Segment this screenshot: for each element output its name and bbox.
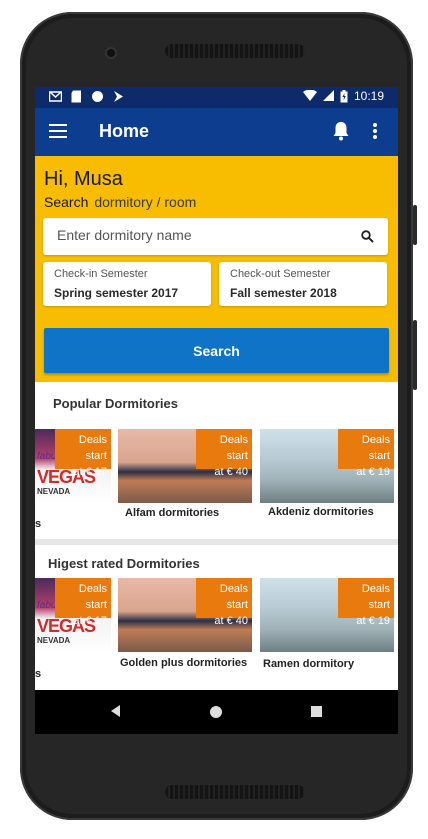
deal-badge: Deals start at € 19 xyxy=(338,578,394,627)
search-label: Search xyxy=(44,194,89,210)
popular-section-title: Popular Dormitories xyxy=(53,396,178,411)
checkin-semester-field[interactable]: Check-in Semester Spring semester 2017 xyxy=(43,262,211,306)
dorm-card[interactable]: fabulous VEGAS NEVADA Deals startat € 17 xyxy=(35,578,111,652)
deal-badge: Deals start at € 40 xyxy=(196,429,252,478)
search-panel: Hi, Musa Search dormitory / room Check-in… xyxy=(35,156,398,382)
greeting: Hi, Musa xyxy=(44,168,123,190)
app-bar: Home xyxy=(35,108,398,156)
dormitory-search-field[interactable] xyxy=(43,218,388,255)
dorm-name: Alfam dormitories xyxy=(125,507,220,519)
deal-badge-line1: Deals start xyxy=(78,434,107,462)
gmail-icon xyxy=(49,91,62,102)
checkin-caption: Check-in Semester xyxy=(54,268,148,280)
checkout-value: Fall semester 2018 xyxy=(230,286,337,300)
wifi-icon xyxy=(302,90,317,101)
status-bar: 10:19 xyxy=(35,87,398,108)
deal-badge-line2: at € 19 xyxy=(356,615,390,627)
dormitory-search-input[interactable] xyxy=(55,226,349,244)
power-button xyxy=(413,320,417,390)
sync-icon xyxy=(92,91,103,102)
deal-badge-line2: at € 19 xyxy=(356,466,390,478)
deal-badge: Deals start at € 40 xyxy=(196,578,252,627)
signal-icon xyxy=(322,90,334,101)
vegas-sign-bottom: NEVADA xyxy=(37,636,71,645)
bottom-speaker xyxy=(165,785,305,799)
deal-badge-line2: at € 40 xyxy=(214,615,248,627)
search-button[interactable]: Search xyxy=(44,328,389,373)
screen: 10:19 Home Hi, Musa Search dormitory / ro… xyxy=(35,87,398,734)
dorm-name: Akdeniz dormitories xyxy=(268,506,374,518)
back-icon[interactable] xyxy=(111,705,120,717)
deal-badge-line1: Deals start xyxy=(361,583,390,611)
page-title: Home xyxy=(99,121,150,141)
bell-icon[interactable] xyxy=(332,121,350,141)
deal-badge-line1: Deals start xyxy=(361,434,390,462)
top-speaker xyxy=(165,44,305,58)
deal-badge-line1: Deals start xyxy=(219,434,248,462)
dorm-name: s xyxy=(35,518,42,530)
dorm-card[interactable]: Deals start at € 40 xyxy=(118,429,252,503)
dorm-card[interactable]: Deals start at € 40 xyxy=(118,578,252,652)
deal-badge-line2: at € 40 xyxy=(214,466,248,478)
dorm-name: Ramen dormitory xyxy=(263,658,355,670)
section-divider xyxy=(35,539,398,545)
checkin-value: Spring semester 2017 xyxy=(54,286,179,300)
search-icon[interactable] xyxy=(361,230,374,243)
deal-badge-line2: at € 17 xyxy=(73,615,107,627)
dorm-name: s xyxy=(35,668,42,680)
more-vert-icon[interactable] xyxy=(372,123,378,141)
clock: 10:19 xyxy=(353,89,384,103)
dorm-card[interactable]: Deals start at € 19 xyxy=(260,578,394,652)
recents-icon[interactable] xyxy=(311,706,322,717)
notification-icons xyxy=(49,90,125,103)
system-status: 10:19 xyxy=(302,89,384,103)
deal-badge-line1: Deals start xyxy=(219,583,248,611)
checkout-caption: Check-out Semester xyxy=(230,268,331,280)
volume-button xyxy=(413,205,417,245)
menu-icon[interactable] xyxy=(49,124,67,138)
front-camera xyxy=(107,49,115,57)
deal-badge-line1: Deals start xyxy=(78,583,107,611)
deal-badge: Deals start at € 17 xyxy=(55,578,111,627)
dorm-name: Golden plus dormitories xyxy=(120,657,248,669)
sd-card-icon xyxy=(71,90,81,103)
vegas-sign-bottom: NEVADA xyxy=(37,487,71,496)
search-heading: Search dormitory / room xyxy=(44,194,196,210)
dorm-card[interactable]: fabulous VEGAS NEVADA Deals startat € 17 xyxy=(35,429,111,503)
system-nav-bar xyxy=(35,690,398,734)
rated-section-title: Higest rated Dormitories xyxy=(48,556,200,571)
battery-icon xyxy=(340,89,348,102)
deal-badge: Deals start at € 19 xyxy=(338,429,394,478)
deal-badge-line2: at € 17 xyxy=(73,466,107,478)
dorm-card[interactable]: Deals start at € 19 xyxy=(260,429,394,503)
download-icon xyxy=(114,91,123,102)
deal-badge: Deals start at € 17 xyxy=(55,429,111,478)
checkout-semester-field[interactable]: Check-out Semester Fall semester 2018 xyxy=(219,262,387,306)
home-icon[interactable] xyxy=(210,706,222,718)
search-subtitle: dormitory / room xyxy=(94,194,197,210)
